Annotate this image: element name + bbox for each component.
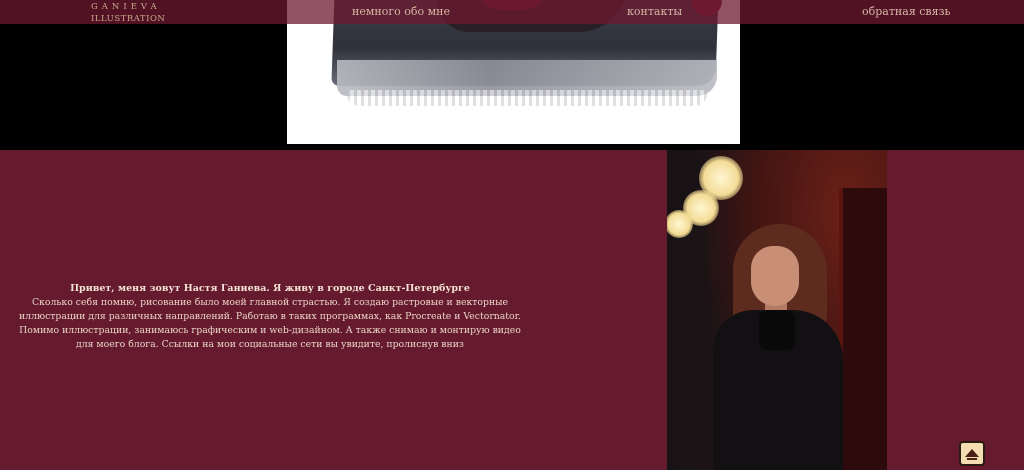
about-title: Привет, меня зовут Настя Ганиева. Я живу… <box>70 283 470 294</box>
about-text-block: Привет, меня зовут Настя Ганиева. Я живу… <box>10 282 530 352</box>
scroll-to-top-button[interactable] <box>959 441 985 466</box>
photo-person-collar <box>759 310 795 350</box>
portrait-photo <box>667 150 887 470</box>
nav-link-contacts[interactable]: контакты <box>627 5 682 18</box>
nav-link-feedback[interactable]: обратная связь <box>862 5 951 18</box>
artwork-texture <box>347 90 707 106</box>
top-nav: GANIEVA ILLUSTRATION немного обо мне кон… <box>0 0 1024 24</box>
photo-pillar <box>673 230 699 470</box>
photo-person-face <box>751 246 799 306</box>
site-logo[interactable]: GANIEVA ILLUSTRATION <box>91 2 165 24</box>
logo-bottom-text: ILLUSTRATION <box>91 14 166 24</box>
photo-doorway <box>839 188 887 470</box>
arrow-up-icon-base <box>967 458 977 460</box>
nav-link-about[interactable]: немного обо мне <box>352 5 450 18</box>
about-body: Сколько себя помню, рисование было моей … <box>18 297 522 350</box>
arrow-up-icon <box>965 448 979 457</box>
logo-top-text: GANIEVA <box>91 2 161 12</box>
